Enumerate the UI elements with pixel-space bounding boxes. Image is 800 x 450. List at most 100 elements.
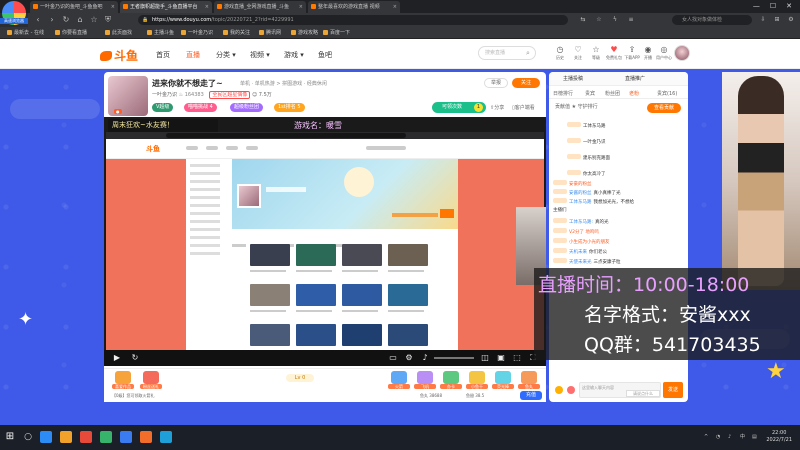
close-window-icon[interactable]: ✕	[786, 0, 792, 13]
bookmark-item[interactable]: 你要看直播	[54, 27, 87, 39]
taskbar-app-icon[interactable]	[80, 431, 92, 443]
browser-tab[interactable]: 游戏直播_全网游戏直播_斗鱼 ×	[214, 1, 306, 13]
go-live-button[interactable]: ◉ 开播	[640, 45, 656, 67]
back-icon[interactable]: ‹	[32, 14, 44, 26]
browser-tab[interactable]: 整年最喜欢的游戏直播 视频 ×	[308, 1, 400, 13]
tag-pill[interactable]: 喵喵挑战 4	[184, 103, 217, 112]
bookmark-item[interactable]: 最新去 - 在线	[6, 27, 44, 39]
gift-item[interactable]: 火箭	[388, 371, 410, 393]
nav-game[interactable]: 游戏 ▾	[284, 50, 304, 60]
room-category[interactable]: 单机 · 单机热游 > 拼图游戏 · 经典休闲	[240, 80, 327, 87]
taskbar-app-icon[interactable]	[120, 431, 132, 443]
video-player[interactable]: 斗鱼 周末狂欢~水友赛！ 游戏名：暖雪 ▶ ↻ ▭ ⚙ ♪ ◫ ▣ ⬚ ⛶	[104, 117, 546, 366]
extensions-icon[interactable]: ⊞	[772, 15, 782, 25]
tab-fans[interactable]: 粉丝团	[605, 90, 620, 97]
download-app-button[interactable]: ⇪ 下载APP	[624, 45, 640, 67]
browser-tab[interactable]: 一叶金乃识的鱼吧_斗鱼鱼吧 ×	[30, 1, 118, 13]
taskbar-app-icon[interactable]	[140, 431, 152, 443]
share-button[interactable]: ⇪分享	[490, 104, 504, 111]
volume-icon[interactable]: ♪	[420, 353, 430, 363]
gift-item[interactable]: 粉丝送礼	[140, 371, 162, 393]
top-tab[interactable]: 直播推广	[625, 75, 645, 82]
gift-item[interactable]: 小鱼干	[466, 371, 488, 393]
chat-input[interactable]: 这里输入聊天内容 请说点什么	[579, 382, 661, 398]
network-icon[interactable]: ◔	[716, 434, 722, 440]
level-button[interactable]: ☆ 等级	[588, 45, 604, 67]
pip-icon[interactable]: ▣	[496, 353, 506, 363]
emoji-icon[interactable]	[555, 386, 563, 394]
home-icon[interactable]: ⌂	[74, 14, 86, 26]
ime-icon[interactable]: 中	[740, 434, 746, 440]
claim-opportunity-button[interactable]: 可领次数 1	[432, 102, 486, 113]
nav-video[interactable]: 视频 ▾	[250, 50, 270, 60]
user-avatar[interactable]	[674, 45, 690, 61]
reload-icon[interactable]: ↻	[60, 14, 72, 26]
bookmark-item[interactable]: 主播斗鱼	[146, 27, 174, 39]
gift-item[interactable]: 喜爱作品	[112, 371, 134, 393]
tab-old-fans[interactable]: 老粉	[629, 90, 639, 97]
gift-item[interactable]: 飞机	[414, 371, 436, 393]
minimize-icon[interactable]: —	[753, 0, 760, 13]
taskbar-app-icon[interactable]	[60, 431, 72, 443]
gift-item[interactable]: 荧光棒	[492, 371, 514, 393]
browser-tab-active[interactable]: 王者旗帜超能手_斗鱼直播平台 ×	[120, 1, 212, 13]
tag-pill[interactable]: 1st排名 5	[274, 103, 305, 112]
translate-icon[interactable]: ⇆	[578, 15, 588, 25]
bookmark-item[interactable]: 腾讯网	[258, 27, 281, 39]
free-gift-button[interactable]: ♥ 免费礼包	[606, 45, 622, 67]
volume-icon[interactable]: ♪	[728, 434, 734, 440]
gift-item[interactable]: 鱼丸	[518, 371, 540, 393]
play-icon[interactable]: ▶	[112, 353, 122, 363]
history-button[interactable]: ◷ 历史	[552, 45, 568, 67]
gift-item[interactable]: 办卡	[440, 371, 462, 393]
quality-icon[interactable]: ◫	[480, 353, 490, 363]
address-bar[interactable]: 🔒 https://www.douyu.com/topic/20220721_2?…	[138, 15, 568, 25]
follow-button[interactable]: ♡ 关注	[570, 45, 586, 67]
bookmark-item[interactable]: 此页面找	[104, 27, 132, 39]
nav-fishbar[interactable]: 鱼吧	[318, 50, 332, 60]
bookmark-item[interactable]: 一叶金乃识	[180, 27, 213, 39]
follow-button[interactable]: 关注	[512, 78, 540, 88]
report-button[interactable]: 举报	[484, 78, 508, 88]
danmaku-style-icon[interactable]	[567, 386, 575, 394]
tag-pill[interactable]: 超级粉丝团	[230, 103, 264, 112]
forward-icon[interactable]: ›	[46, 14, 58, 26]
site-search-input[interactable]: 搜索直播 ⌕	[478, 46, 536, 60]
refresh-icon[interactable]: ↻	[130, 353, 140, 363]
windows-start-icon[interactable]: ⊞	[4, 431, 16, 443]
streamer-avatar[interactable]: ●	[108, 76, 148, 116]
notification-icon[interactable]: ▤	[752, 434, 758, 440]
star-icon[interactable]: ☆	[88, 14, 100, 26]
maximize-icon[interactable]: ☐	[770, 0, 776, 13]
search-icon[interactable]: ○	[22, 431, 34, 443]
tab-daily-rank[interactable]: 日榜排行	[553, 90, 573, 97]
bookmark-icon[interactable]: ☆	[594, 15, 604, 25]
tray-arrow-icon[interactable]: ^	[704, 434, 710, 440]
widescreen-icon[interactable]: ⬚	[512, 353, 522, 363]
search-icon[interactable]: ⌕	[523, 48, 533, 58]
menu-icon[interactable]: ≡	[626, 15, 636, 25]
tab-guests[interactable]: 贵宾(16)	[657, 90, 677, 97]
tab-vip[interactable]: 贵宾	[585, 90, 595, 97]
settings-icon[interactable]: ⚙	[786, 15, 796, 25]
bookmark-item[interactable]: 我的关注	[222, 27, 250, 39]
streamer-name[interactable]: 一叶金乃识	[152, 92, 177, 98]
close-tab-icon[interactable]: ×	[299, 1, 303, 13]
nav-home[interactable]: 首页	[156, 50, 170, 60]
taskbar-app-icon[interactable]	[160, 431, 172, 443]
clock[interactable]: 22:00 2022/7/21	[766, 430, 792, 444]
volume-slider[interactable]	[434, 357, 474, 359]
close-tab-icon[interactable]: ×	[205, 1, 209, 13]
nav-category[interactable]: 分类 ▾	[216, 50, 236, 60]
lightning-icon[interactable]: ϟ	[610, 15, 620, 25]
bookmark-item[interactable]: 游戏攻略	[290, 27, 318, 39]
browser-search-input[interactable]: 女人找对象做体检	[672, 15, 752, 25]
user-center-button[interactable]: ◎ 用户中心	[656, 45, 672, 67]
top-tab[interactable]: 主播投稿	[563, 75, 583, 82]
nav-live[interactable]: 直播	[186, 50, 200, 60]
taskbar-app-icon[interactable]	[40, 431, 52, 443]
send-button[interactable]: 发送	[663, 382, 683, 398]
shield-icon[interactable]: ⛨	[102, 14, 114, 26]
download-icon[interactable]: ⇩	[758, 15, 768, 25]
taskbar-app-icon[interactable]	[100, 431, 112, 443]
